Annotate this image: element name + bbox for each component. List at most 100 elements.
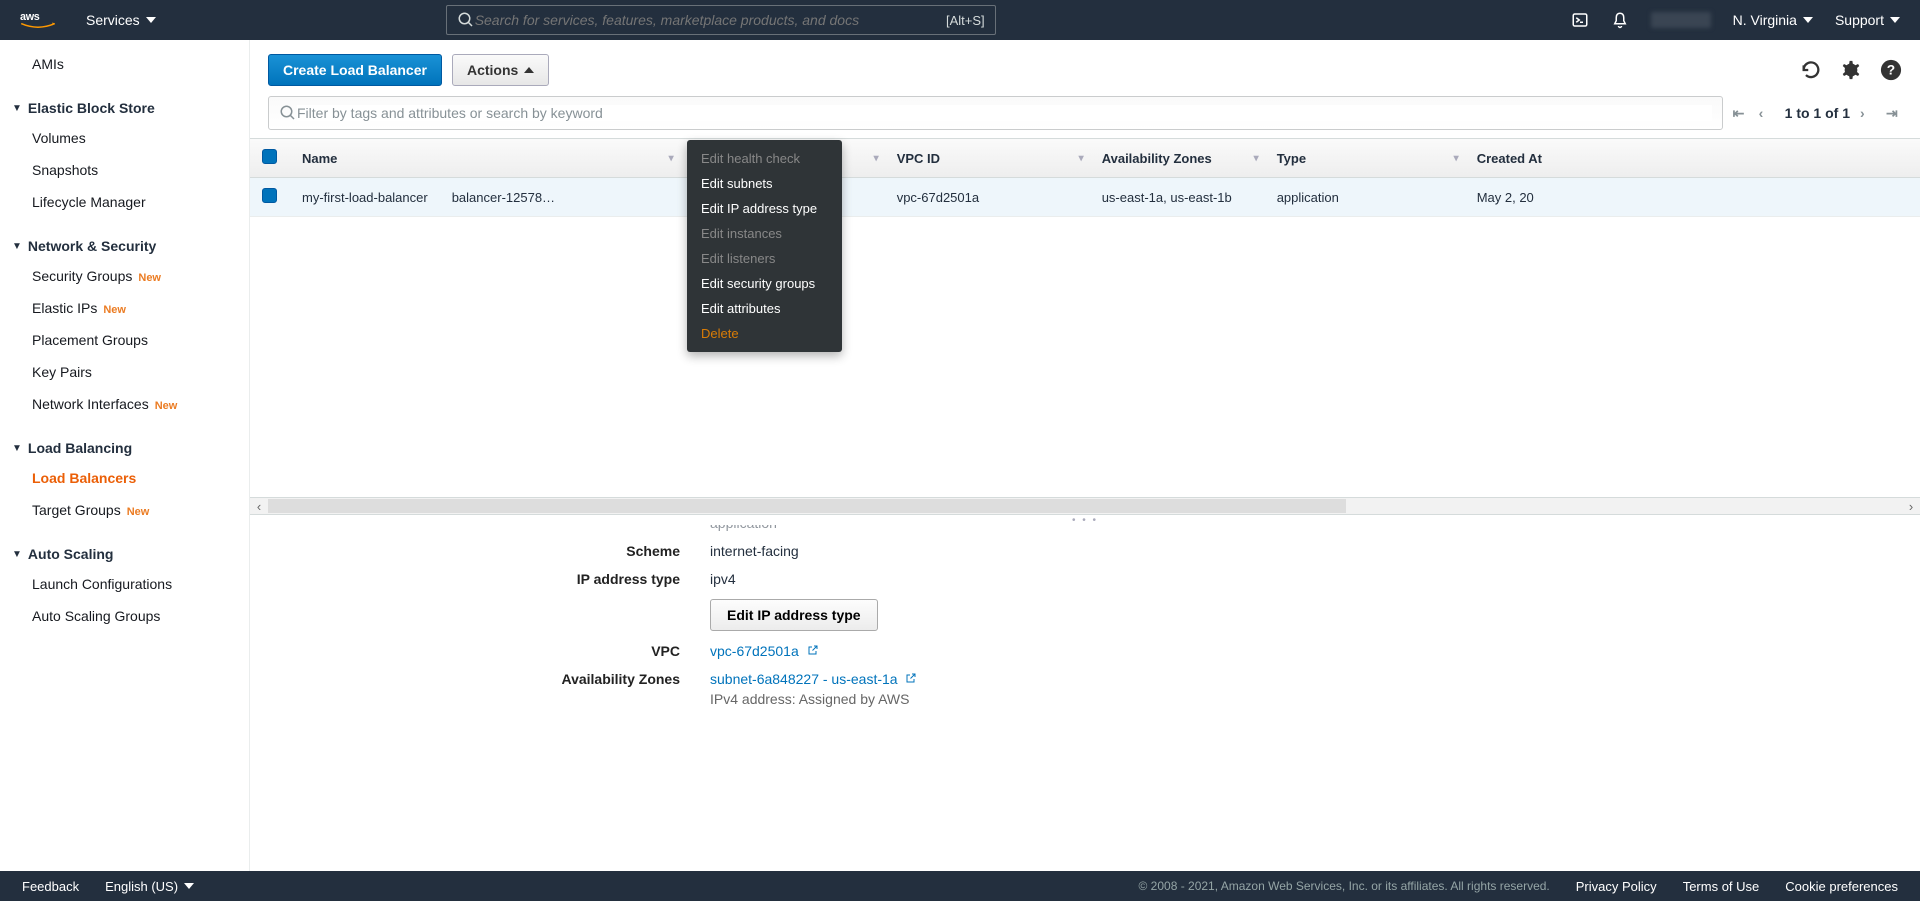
- notifications-icon[interactable]: [1611, 11, 1629, 29]
- cell-dns: balancer-12578…: [440, 178, 680, 217]
- row-checkbox[interactable]: [262, 188, 277, 203]
- sidebar-item-amis[interactable]: AMIs: [0, 48, 249, 80]
- new-badge: New: [127, 506, 150, 518]
- actions-menu-item-edit-attributes[interactable]: Edit attributes: [687, 296, 842, 321]
- load-balancers-table: Name ▾ State▾ VPC ID▾ Availability Zones…: [250, 139, 1920, 217]
- sidebar-item-key-pairs[interactable]: Key Pairs: [0, 356, 249, 388]
- actions-menu-item-edit-ip-address-type[interactable]: Edit IP address type: [687, 196, 842, 221]
- column-vpc[interactable]: VPC ID▾: [885, 139, 1090, 178]
- pagination-first[interactable]: ⇤: [1733, 105, 1749, 121]
- language-selector[interactable]: English (US): [105, 879, 194, 894]
- create-load-balancer-button[interactable]: Create Load Balancer: [268, 54, 442, 86]
- chevron-down-icon: ▼: [12, 549, 22, 560]
- filter-input-wrap[interactable]: [268, 96, 1723, 130]
- column-type[interactable]: Type▾: [1265, 139, 1465, 178]
- az-note: IPv4 address: Assigned by AWS: [710, 691, 917, 707]
- sidebar-section-header[interactable]: ▼Elastic Block Store: [0, 90, 249, 122]
- global-search[interactable]: [Alt+S]: [446, 5, 996, 35]
- search-icon: [457, 11, 475, 29]
- chevron-down-icon: ▼: [12, 443, 22, 454]
- search-input[interactable]: [475, 12, 946, 28]
- svg-text:?: ?: [1887, 63, 1895, 78]
- sidebar-item-volumes[interactable]: Volumes: [0, 122, 249, 154]
- sidebar-item-target-groups[interactable]: Target GroupsNew: [0, 494, 249, 526]
- column-name[interactable]: Name: [290, 139, 440, 178]
- refresh-icon[interactable]: [1800, 59, 1822, 81]
- details-panel: Type application Scheme internet-facing …: [250, 525, 1920, 871]
- scroll-right[interactable]: ›: [1902, 499, 1920, 514]
- filter-input[interactable]: [297, 105, 1712, 121]
- account-menu-obscured[interactable]: [1651, 12, 1711, 28]
- vpc-link[interactable]: vpc-67d2501a: [710, 643, 799, 659]
- actions-dropdown: Edit health checkEdit subnetsEdit IP add…: [687, 140, 842, 352]
- pagination-next[interactable]: ›: [1860, 105, 1876, 121]
- actions-button[interactable]: Actions: [452, 54, 549, 86]
- feedback-link[interactable]: Feedback: [22, 879, 79, 894]
- table-row[interactable]: my-first-load-balancer balancer-12578… p…: [250, 178, 1920, 217]
- sidebar-item-auto-scaling-groups[interactable]: Auto Scaling Groups: [0, 600, 249, 632]
- column-az[interactable]: Availability Zones▾: [1090, 139, 1265, 178]
- sidebar-item-network-interfaces[interactable]: Network InterfacesNew: [0, 388, 249, 420]
- new-badge: New: [103, 304, 126, 316]
- chevron-down-icon: [1890, 17, 1900, 23]
- sidebar-item-placement-groups[interactable]: Placement Groups: [0, 324, 249, 356]
- detail-az-label: Availability Zones: [250, 671, 710, 687]
- sidebar-section-header[interactable]: ▼Auto Scaling: [0, 536, 249, 568]
- settings-icon[interactable]: [1840, 59, 1862, 81]
- pagination-last[interactable]: ⇥: [1886, 105, 1902, 121]
- sidebar-item-load-balancers[interactable]: Load Balancers: [0, 462, 249, 494]
- sidebar-section-header[interactable]: ▼Load Balancing: [0, 430, 249, 462]
- actions-menu-item-edit-security-groups[interactable]: Edit security groups: [687, 271, 842, 296]
- chevron-down-icon: [184, 883, 194, 889]
- detail-ip-type-value: ipv4: [710, 571, 736, 587]
- search-icon: [279, 104, 297, 122]
- caret-up-icon: [524, 67, 534, 73]
- detail-vpc-label: VPC: [250, 643, 710, 659]
- cell-type: application: [1265, 178, 1465, 217]
- support-menu[interactable]: Support: [1835, 12, 1900, 28]
- sidebar-item-elastic-ips[interactable]: Elastic IPsNew: [0, 292, 249, 324]
- column-created[interactable]: Created At: [1465, 139, 1920, 178]
- external-link-icon: [807, 644, 819, 656]
- split-handle[interactable]: • • •: [250, 515, 1920, 525]
- help-icon[interactable]: ?: [1880, 59, 1902, 81]
- select-all-checkbox[interactable]: [262, 149, 277, 164]
- sidebar-section-header[interactable]: ▼Network & Security: [0, 228, 249, 260]
- terms-link[interactable]: Terms of Use: [1683, 879, 1760, 894]
- pagination: ⇤ ‹ 1 to 1 of 1 › ⇥: [1733, 105, 1902, 121]
- chevron-down-icon: [146, 17, 156, 23]
- detail-scheme-label: Scheme: [250, 543, 710, 559]
- sidebar-item-launch-configurations[interactable]: Launch Configurations: [0, 568, 249, 600]
- sidebar-item-lifecycle-manager[interactable]: Lifecycle Manager: [0, 186, 249, 218]
- new-badge: New: [138, 272, 161, 284]
- cookie-preferences-link[interactable]: Cookie preferences: [1785, 879, 1898, 894]
- edit-ip-address-type-button[interactable]: Edit IP address type: [710, 599, 878, 631]
- detail-ip-type-label: IP address type: [250, 571, 710, 587]
- copyright: © 2008 - 2021, Amazon Web Services, Inc.…: [1139, 879, 1550, 893]
- privacy-policy-link[interactable]: Privacy Policy: [1576, 879, 1657, 894]
- column-dns[interactable]: ▾: [440, 139, 680, 178]
- services-label: Services: [86, 12, 140, 28]
- subnet-link[interactable]: subnet-6a848227 - us-east-1a: [710, 671, 898, 687]
- cell-az: us-east-1a, us-east-1b: [1090, 178, 1265, 217]
- pagination-text: 1 to 1 of 1: [1785, 105, 1850, 121]
- scroll-thumb[interactable]: [268, 499, 1346, 513]
- aws-logo[interactable]: aws: [20, 9, 56, 31]
- sidebar-item-security-groups[interactable]: Security GroupsNew: [0, 260, 249, 292]
- sidebar: AMIs ▼Elastic Block StoreVolumesSnapshot…: [0, 40, 250, 871]
- region-label: N. Virginia: [1733, 12, 1797, 28]
- horizontal-scrollbar[interactable]: ‹ ›: [250, 497, 1920, 515]
- services-menu[interactable]: Services: [86, 12, 156, 28]
- actions-menu-item-edit-listeners: Edit listeners: [687, 246, 842, 271]
- actions-label: Actions: [467, 62, 518, 78]
- scroll-left[interactable]: ‹: [250, 499, 268, 514]
- new-badge: New: [155, 400, 178, 412]
- actions-menu-item-delete[interactable]: Delete: [687, 321, 842, 346]
- pagination-prev[interactable]: ‹: [1759, 105, 1775, 121]
- cell-vpc: vpc-67d2501a: [885, 178, 1090, 217]
- detail-type-value: application: [710, 525, 777, 531]
- sidebar-item-snapshots[interactable]: Snapshots: [0, 154, 249, 186]
- region-selector[interactable]: N. Virginia: [1733, 12, 1813, 28]
- actions-menu-item-edit-subnets[interactable]: Edit subnets: [687, 171, 842, 196]
- cloudshell-icon[interactable]: [1571, 11, 1589, 29]
